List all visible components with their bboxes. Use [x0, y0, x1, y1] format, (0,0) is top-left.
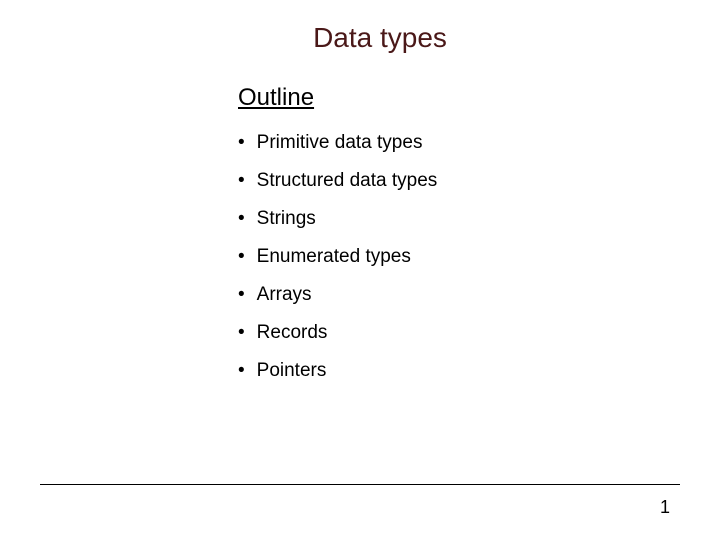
bullet-icon: • — [238, 170, 245, 192]
list-item: • Primitive data types — [238, 132, 680, 154]
bullet-icon: • — [238, 246, 245, 268]
list-item: • Arrays — [238, 284, 680, 306]
bullet-text: Strings — [257, 208, 316, 230]
list-item: • Pointers — [238, 360, 680, 382]
bullet-icon: • — [238, 322, 245, 344]
list-item: • Strings — [238, 208, 680, 230]
page-number: 1 — [660, 497, 670, 518]
slide-container: Data types Outline • Primitive data type… — [0, 0, 720, 540]
bullet-icon: • — [238, 208, 245, 230]
bullet-text: Records — [257, 322, 328, 344]
bullet-icon: • — [238, 284, 245, 306]
bullet-list: • Primitive data types • Structured data… — [238, 132, 680, 382]
bullet-text: Primitive data types — [257, 132, 423, 154]
list-item: • Enumerated types — [238, 246, 680, 268]
content-area: Outline • Primitive data types • Structu… — [238, 84, 680, 382]
bullet-text: Structured data types — [257, 170, 438, 192]
bullet-icon: • — [238, 132, 245, 154]
bullet-text: Pointers — [257, 360, 327, 382]
outline-heading: Outline — [238, 84, 680, 112]
bullet-icon: • — [238, 360, 245, 382]
bullet-text: Arrays — [257, 284, 312, 306]
list-item: • Structured data types — [238, 170, 680, 192]
footer-divider — [40, 484, 680, 485]
bullet-text: Enumerated types — [257, 246, 411, 268]
list-item: • Records — [238, 322, 680, 344]
slide-title: Data types — [80, 22, 680, 54]
